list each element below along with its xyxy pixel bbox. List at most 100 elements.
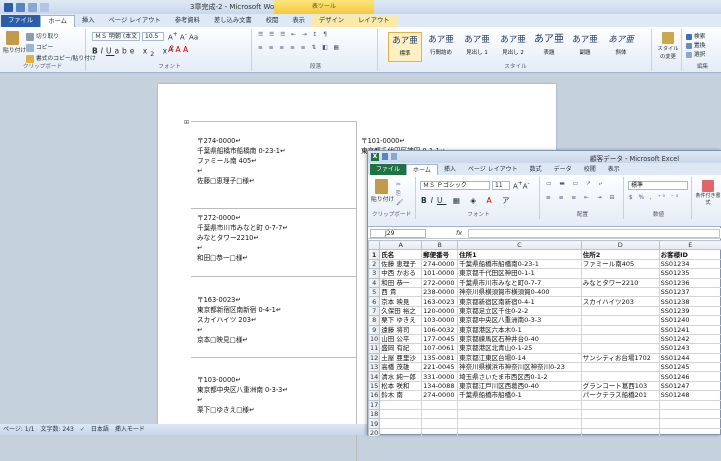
row-header[interactable]: 12 (369, 353, 380, 362)
row-header[interactable]: 5 (369, 287, 380, 296)
sheet-cell[interactable]: SS01237 (659, 287, 721, 296)
grow-font-icon[interactable]: A+ A- Aa (168, 32, 198, 41)
sheet-cell[interactable] (380, 410, 422, 419)
excel-tab-file[interactable]: ファイル (370, 164, 406, 175)
select-button[interactable]: 選択 (686, 49, 705, 58)
paste-button[interactable]: 貼り付け (3, 31, 21, 54)
column-header[interactable]: E (659, 241, 721, 250)
sheet-cell[interactable]: 東京都新宿区南新宿0-4-1 (458, 297, 582, 306)
excel-tab-review[interactable]: 校閲 (578, 164, 602, 175)
find-button[interactable]: 検索 (686, 31, 705, 40)
sheet-cell[interactable]: 住所1 (458, 250, 582, 259)
word-tab-file[interactable]: ファイル (1, 15, 40, 27)
sheet-cell[interactable] (581, 306, 659, 315)
sheet-cell[interactable]: SS01245 (659, 363, 721, 372)
excel-save-icon[interactable] (382, 153, 388, 160)
excel-window[interactable]: X 顧客データ - Microsoft Excel ファイル ホーム 挿入 ペー… (367, 150, 721, 435)
excel-fx-icon[interactable]: fx (456, 229, 462, 237)
save-icon[interactable] (16, 3, 25, 12)
font-color-icon[interactable]: A A A (168, 45, 188, 54)
style-title[interactable]: あア亜表題 (532, 32, 566, 62)
column-header[interactable]: B (422, 241, 458, 250)
excel-font-size-combo[interactable]: 11 (492, 181, 510, 190)
sheet-cell[interactable]: 千葉県市川市みなと町0-7-7 (458, 278, 582, 287)
sheet-cell[interactable]: 埼玉県さいたま市西区西0-1-2 (458, 372, 582, 381)
sheet-cell[interactable]: 土屋 亜里沙 (380, 353, 422, 362)
excel-name-box[interactable]: J29 (370, 229, 426, 238)
sheet-cell[interactable]: 西 貴 (380, 287, 422, 296)
sheet-cell[interactable]: 東京都江東区台場0-14 (458, 353, 582, 362)
sheet-cell[interactable] (659, 400, 721, 409)
word-tab-layout[interactable]: レイアウト (351, 15, 396, 27)
sheet-cell[interactable]: 238-0000 (422, 287, 458, 296)
word-app-icon[interactable] (4, 3, 13, 12)
sheet-cell[interactable] (458, 419, 582, 428)
sheet-cell[interactable] (659, 419, 721, 428)
row-header[interactable]: 16 (369, 391, 380, 400)
sheet-cell[interactable] (380, 419, 422, 428)
label-cell-7[interactable]: 〒103-0000↵ 東京都中央区八重洲南 0-3-3↵ ↵ 栗下□ゆきえ□様↵ (197, 375, 288, 415)
sheet-cell[interactable]: 栗下 ゆきえ (380, 316, 422, 325)
excel-number-icons[interactable]: $ % , ⁺⁰ ⁻⁰ (629, 195, 680, 201)
proofing-icon[interactable]: ✓ (80, 424, 85, 435)
style-normal[interactable]: あア亜標準 (388, 32, 422, 62)
sheet-cell[interactable]: 東京都千代田区神田0-1-1 (458, 269, 582, 278)
label-cell-5[interactable]: 〒163-0023↵ 東京都新宿区南新宿 0-4-1↵ スカイハイツ 203↵ … (197, 295, 281, 345)
sheet-cell[interactable]: お客様ID (659, 250, 721, 259)
sheet-cell[interactable] (422, 419, 458, 428)
sheet-cell[interactable]: 山田 公平 (380, 334, 422, 343)
word-tab-review[interactable]: 校閲 (259, 15, 286, 27)
list-icons[interactable]: ☰ ☰ ☰ ⇤ ⇥ ↕ ¶ (258, 32, 329, 38)
excel-font-name-combo[interactable]: ＭＳ Ｐゴシック (420, 181, 490, 190)
row-header[interactable]: 15 (369, 381, 380, 390)
status-language[interactable]: 日本語 (91, 424, 109, 435)
sheet-cell[interactable] (422, 400, 458, 409)
column-header[interactable]: D (581, 241, 659, 250)
style-no-spacing[interactable]: あア亜行間詰め (424, 32, 458, 62)
sheet-cell[interactable]: 101-0000 (422, 269, 458, 278)
excel-tab-insert[interactable]: 挿入 (438, 164, 462, 175)
excel-undo-icon[interactable] (391, 153, 397, 160)
sheet-cell[interactable] (380, 400, 422, 409)
label-cell-3[interactable]: 〒272-0000↵ 千葉県市川市みなと町 0-7-7↵ みなとタワー2210↵… (197, 213, 288, 263)
sheet-cell[interactable] (581, 325, 659, 334)
sheet-cell[interactable]: 103-0000 (422, 316, 458, 325)
sheet-cell[interactable]: 久保田 裕之 (380, 306, 422, 315)
sheet-cell[interactable] (581, 400, 659, 409)
excel-tab-formulas[interactable]: 数式 (524, 164, 548, 175)
replace-button[interactable]: 置換 (686, 40, 705, 49)
row-header[interactable]: 17 (369, 400, 380, 409)
excel-app-icon[interactable]: X (371, 153, 379, 161)
sheet-cell[interactable] (659, 410, 721, 419)
sheet-cell[interactable]: ファミール南405 (581, 259, 659, 268)
sheet-cell[interactable]: SS01242 (659, 334, 721, 343)
sheet-cell[interactable]: みなとタワー2210 (581, 278, 659, 287)
excel-tab-page-layout[interactable]: ページ レイアウト (462, 164, 524, 175)
sheet-cell[interactable]: 272-0000 (422, 278, 458, 287)
font-name-combo[interactable]: ＭＳ 明朝 (本文 (92, 32, 140, 41)
row-header[interactable]: 10 (369, 334, 380, 343)
sheet-cell[interactable]: サンシティお台場1702 (581, 353, 659, 362)
sheet-cell[interactable]: パークテラス船橋201 (581, 391, 659, 400)
sheet-cell[interactable]: SS01234 (659, 259, 721, 268)
word-tab-mailings[interactable]: 差し込み文書 (207, 15, 259, 27)
sheet-cell[interactable] (458, 410, 582, 419)
sheet-cell[interactable]: 遠藤 将司 (380, 325, 422, 334)
excel-paste-button[interactable]: 貼り付け (371, 179, 391, 203)
row-header[interactable]: 18 (369, 410, 380, 419)
sheet-cell[interactable] (581, 419, 659, 428)
row-header[interactable]: 8 (369, 316, 380, 325)
sheet-cell[interactable]: グランコート葛西103 (581, 381, 659, 390)
font-size-combo[interactable]: 10.5 (142, 32, 164, 41)
sheet-cell[interactable]: SS01247 (659, 381, 721, 390)
sheet-cell[interactable] (581, 269, 659, 278)
table-move-handle-icon[interactable]: ⊞ (184, 119, 189, 126)
sheet-cell[interactable] (581, 334, 659, 343)
sheet-cell[interactable]: 高橋 茂雄 (380, 363, 422, 372)
style-subtitle[interactable]: あア亜副題 (568, 32, 602, 62)
sheet-cell[interactable] (422, 410, 458, 419)
sheet-cell[interactable]: SS01243 (659, 344, 721, 353)
sheet-cell[interactable]: 135-0081 (422, 353, 458, 362)
row-header[interactable]: 11 (369, 344, 380, 353)
column-header[interactable]: C (458, 241, 582, 250)
